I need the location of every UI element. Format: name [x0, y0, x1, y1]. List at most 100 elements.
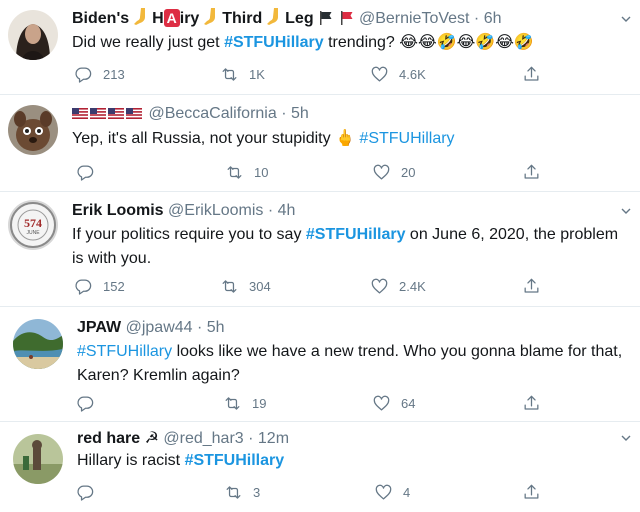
chevron-down-icon[interactable] — [620, 432, 632, 444]
retweet-icon — [227, 165, 242, 179]
handle[interactable]: @red_har3 — [163, 430, 243, 447]
display-name[interactable]: Erik Loomis — [72, 202, 164, 219]
retweet-icon — [225, 396, 240, 410]
avatar[interactable] — [13, 434, 63, 484]
leg-emoji-icon — [203, 8, 215, 25]
hammer-sickle-icon: ☭ — [144, 430, 159, 447]
like-button[interactable]: 4 — [374, 482, 410, 502]
tweet[interactable]: JPAW @jpaw44 · 5h #STFUHillary looks lik… — [0, 307, 640, 422]
display-name[interactable]: red hare ☭ — [77, 430, 159, 447]
avatar[interactable] — [8, 10, 58, 60]
timestamp[interactable]: 12m — [258, 430, 289, 447]
retweet-button[interactable]: 19 — [223, 393, 266, 413]
avatar[interactable] — [13, 319, 63, 369]
tweet-header: Biden's H Airy Third Leg @BernieToVest · … — [72, 8, 502, 30]
avatar-badge-text: JUNE — [26, 230, 40, 236]
tweet-text: Did we really just get #STFUHillary tren… — [72, 34, 534, 51]
hashtag-link[interactable]: #STFUHillary — [224, 34, 324, 51]
reply-icon — [77, 396, 94, 412]
us-flag-icon — [126, 108, 142, 119]
tweet-actions: 19 64 — [76, 393, 546, 413]
tweet-feed: Biden's H Airy Third Leg @BernieToVest · … — [0, 0, 640, 512]
retweet-icon — [226, 485, 241, 499]
like-count: 64 — [401, 395, 416, 411]
reply-button[interactable] — [76, 393, 105, 413]
reply-icon — [77, 485, 94, 501]
tweet-actions: 3 4 — [76, 482, 546, 502]
reply-icon — [75, 67, 92, 83]
like-button[interactable]: 20 — [372, 162, 415, 182]
handle[interactable]: @ErikLoomis — [168, 202, 263, 219]
chevron-down-icon[interactable] — [620, 205, 632, 217]
reply-button[interactable]: 213 — [74, 64, 125, 84]
hashtag-link[interactable]: #STFUHillary — [185, 452, 285, 469]
tweet[interactable]: red hare ☭ @red_har3 · 12m Hillary is ra… — [0, 422, 640, 512]
handle[interactable]: @BernieToVest — [359, 10, 470, 27]
avatar-image: 574 JUNE — [8, 200, 58, 250]
timestamp[interactable]: 5h — [207, 319, 225, 336]
red-flag-icon — [340, 11, 352, 25]
retweet-button[interactable]: 10 — [225, 162, 268, 182]
retweet-icon — [222, 67, 237, 81]
hashtag-link[interactable]: #STFUHillary — [77, 343, 172, 360]
timestamp[interactable]: 4h — [278, 202, 296, 219]
black-flag-icon — [320, 11, 332, 25]
share-icon — [524, 395, 539, 410]
avatar[interactable]: 574 JUNE — [8, 200, 58, 250]
tweet[interactable]: 574 JUNE Erik Loomis @ErikLoomis · 4h If… — [0, 192, 640, 307]
tweet[interactable]: @BeccaCalifornia · 5h Yep, it's all Russ… — [0, 95, 640, 192]
avatar[interactable] — [8, 105, 58, 155]
retweet-count: 10 — [254, 164, 269, 180]
separator-dot: · — [192, 319, 207, 336]
share-icon — [524, 278, 539, 293]
handle[interactable]: @jpaw44 — [126, 319, 193, 336]
heart-icon — [375, 484, 392, 499]
share-icon — [524, 66, 539, 81]
display-name[interactable] — [72, 105, 148, 122]
timestamp[interactable]: 5h — [291, 105, 309, 122]
tweet-text: Hillary is racist #STFUHillary — [77, 452, 285, 469]
chevron-down-icon[interactable] — [620, 13, 632, 25]
hashtag-link[interactable]: #STFUHillary — [359, 130, 454, 147]
share-button[interactable] — [522, 162, 551, 182]
display-name[interactable]: Biden's H Airy Third Leg — [72, 8, 359, 27]
display-name[interactable]: JPAW — [77, 319, 121, 336]
name-letter-badge: A — [163, 9, 180, 27]
retweet-icon — [222, 279, 237, 293]
handle[interactable]: @BeccaCalifornia — [148, 105, 276, 122]
share-button[interactable] — [522, 64, 551, 84]
retweet-count: 304 — [249, 278, 271, 294]
separator-dot: · — [276, 105, 291, 122]
tweet[interactable]: Biden's H Airy Third Leg @BernieToVest · … — [0, 0, 640, 95]
like-count: 4.6K — [399, 66, 426, 82]
like-button[interactable]: 4.6K — [370, 64, 426, 84]
hashtag-link[interactable]: #STFUHillary — [306, 226, 406, 243]
tweet-text: If your politics require you to say #STF… — [72, 226, 619, 267]
like-count: 2.4K — [399, 278, 426, 294]
reply-icon — [77, 165, 94, 181]
share-button[interactable] — [522, 393, 551, 413]
like-button[interactable]: 64 — [372, 393, 415, 413]
tweet-actions: 213 1K 4.6K — [74, 64, 544, 84]
reply-count: 152 — [103, 278, 125, 294]
retweet-button[interactable]: 1K — [220, 64, 265, 84]
share-button[interactable] — [522, 276, 551, 296]
heart-icon — [371, 66, 388, 81]
separator-dot: · — [263, 202, 278, 219]
avatar-image — [8, 105, 58, 155]
timestamp[interactable]: 6h — [484, 10, 502, 27]
share-button[interactable] — [522, 482, 551, 502]
retweet-button[interactable]: 3 — [224, 482, 260, 502]
retweet-button[interactable]: 304 — [220, 276, 271, 296]
leg-emoji-icon — [133, 8, 145, 25]
reply-button[interactable]: 152 — [74, 276, 125, 296]
heart-icon — [373, 164, 390, 179]
reply-button[interactable] — [76, 162, 105, 182]
avatar-image — [8, 10, 58, 60]
separator-dot: · — [243, 430, 258, 447]
reply-button[interactable] — [76, 482, 105, 502]
tweet-header: red hare ☭ @red_har3 · 12m — [77, 428, 289, 450]
tweet-header: Erik Loomis @ErikLoomis · 4h — [72, 200, 295, 222]
like-button[interactable]: 2.4K — [370, 276, 426, 296]
us-flag-icon — [108, 108, 124, 119]
